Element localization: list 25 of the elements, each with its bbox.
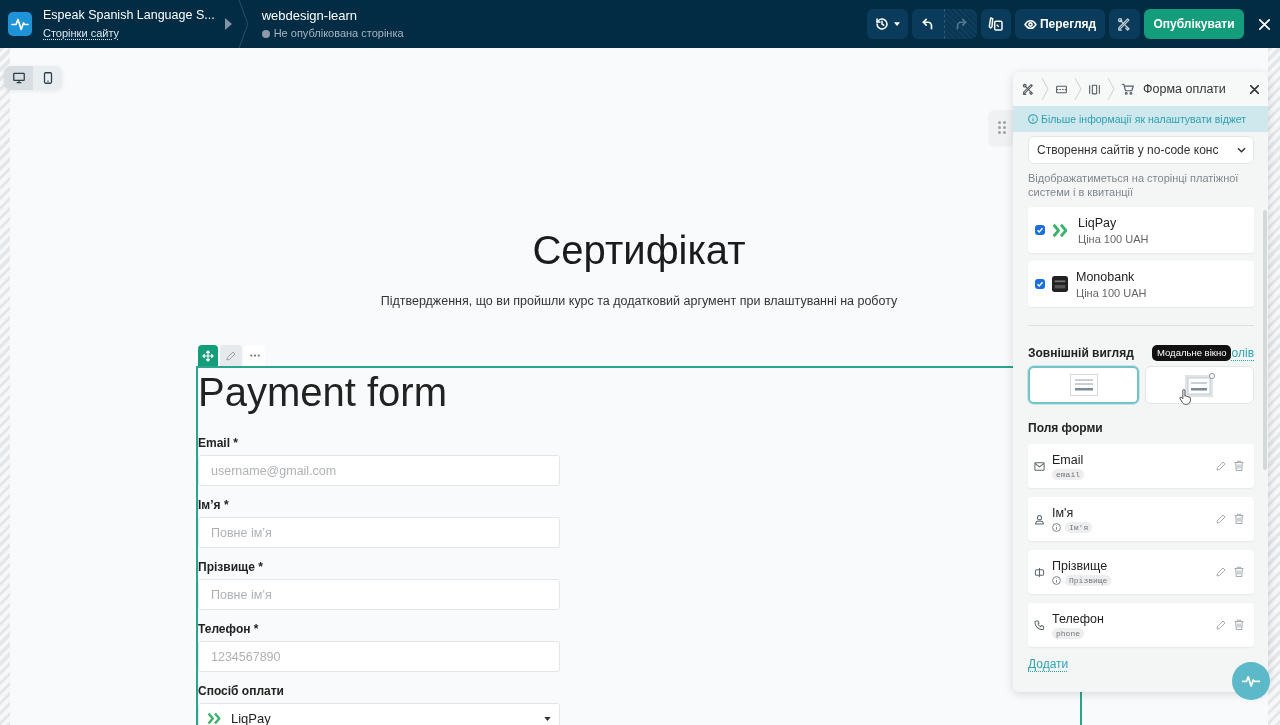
page-name: webdesign-learn [261, 8, 358, 23]
field-key-badge: Ім'я [1065, 521, 1093, 533]
page-heading: Сертифікат [532, 227, 746, 274]
field-label: Email * [198, 435, 239, 451]
payment-system-price: Ціна 100 UAH [1078, 232, 1149, 245]
site-name: Espeak Spanish Language S... [43, 8, 215, 23]
payment-system-price: Ціна 100 UAH [1076, 286, 1147, 299]
tooltip: Модальне вікно [1152, 345, 1232, 361]
field-name: Email [1052, 452, 1084, 467]
field-key-badge: phone [1052, 627, 1084, 639]
field-key-badge: email [1052, 468, 1084, 480]
field-key-badge: Прізвище [1065, 574, 1112, 586]
field-label: Телефон * [198, 621, 259, 637]
form-title: Payment form [198, 370, 448, 414]
hint-text: Відображатиметься на сторінці платіжної системи і в квитанції [1028, 171, 1240, 199]
field-label: Прізвище * [198, 559, 263, 575]
section-title: Зовнішній вигляд [1028, 345, 1134, 361]
payment-system-name: LiqPay [1078, 215, 1117, 230]
panel-title: Форма оплати [1143, 82, 1226, 96]
payment-system-name: Monobank [1076, 269, 1135, 284]
field-name: Ім'я [1052, 505, 1074, 520]
field-label: Спосіб оплати [198, 683, 284, 699]
page-status: Не опублікована сторінка [273, 27, 404, 40]
field-label: Ім’я * [198, 497, 229, 513]
page-subtitle: Підтвердження, що ви пройшли курс та додатковий аргумент при влаштуванні на роботу [380, 293, 898, 310]
